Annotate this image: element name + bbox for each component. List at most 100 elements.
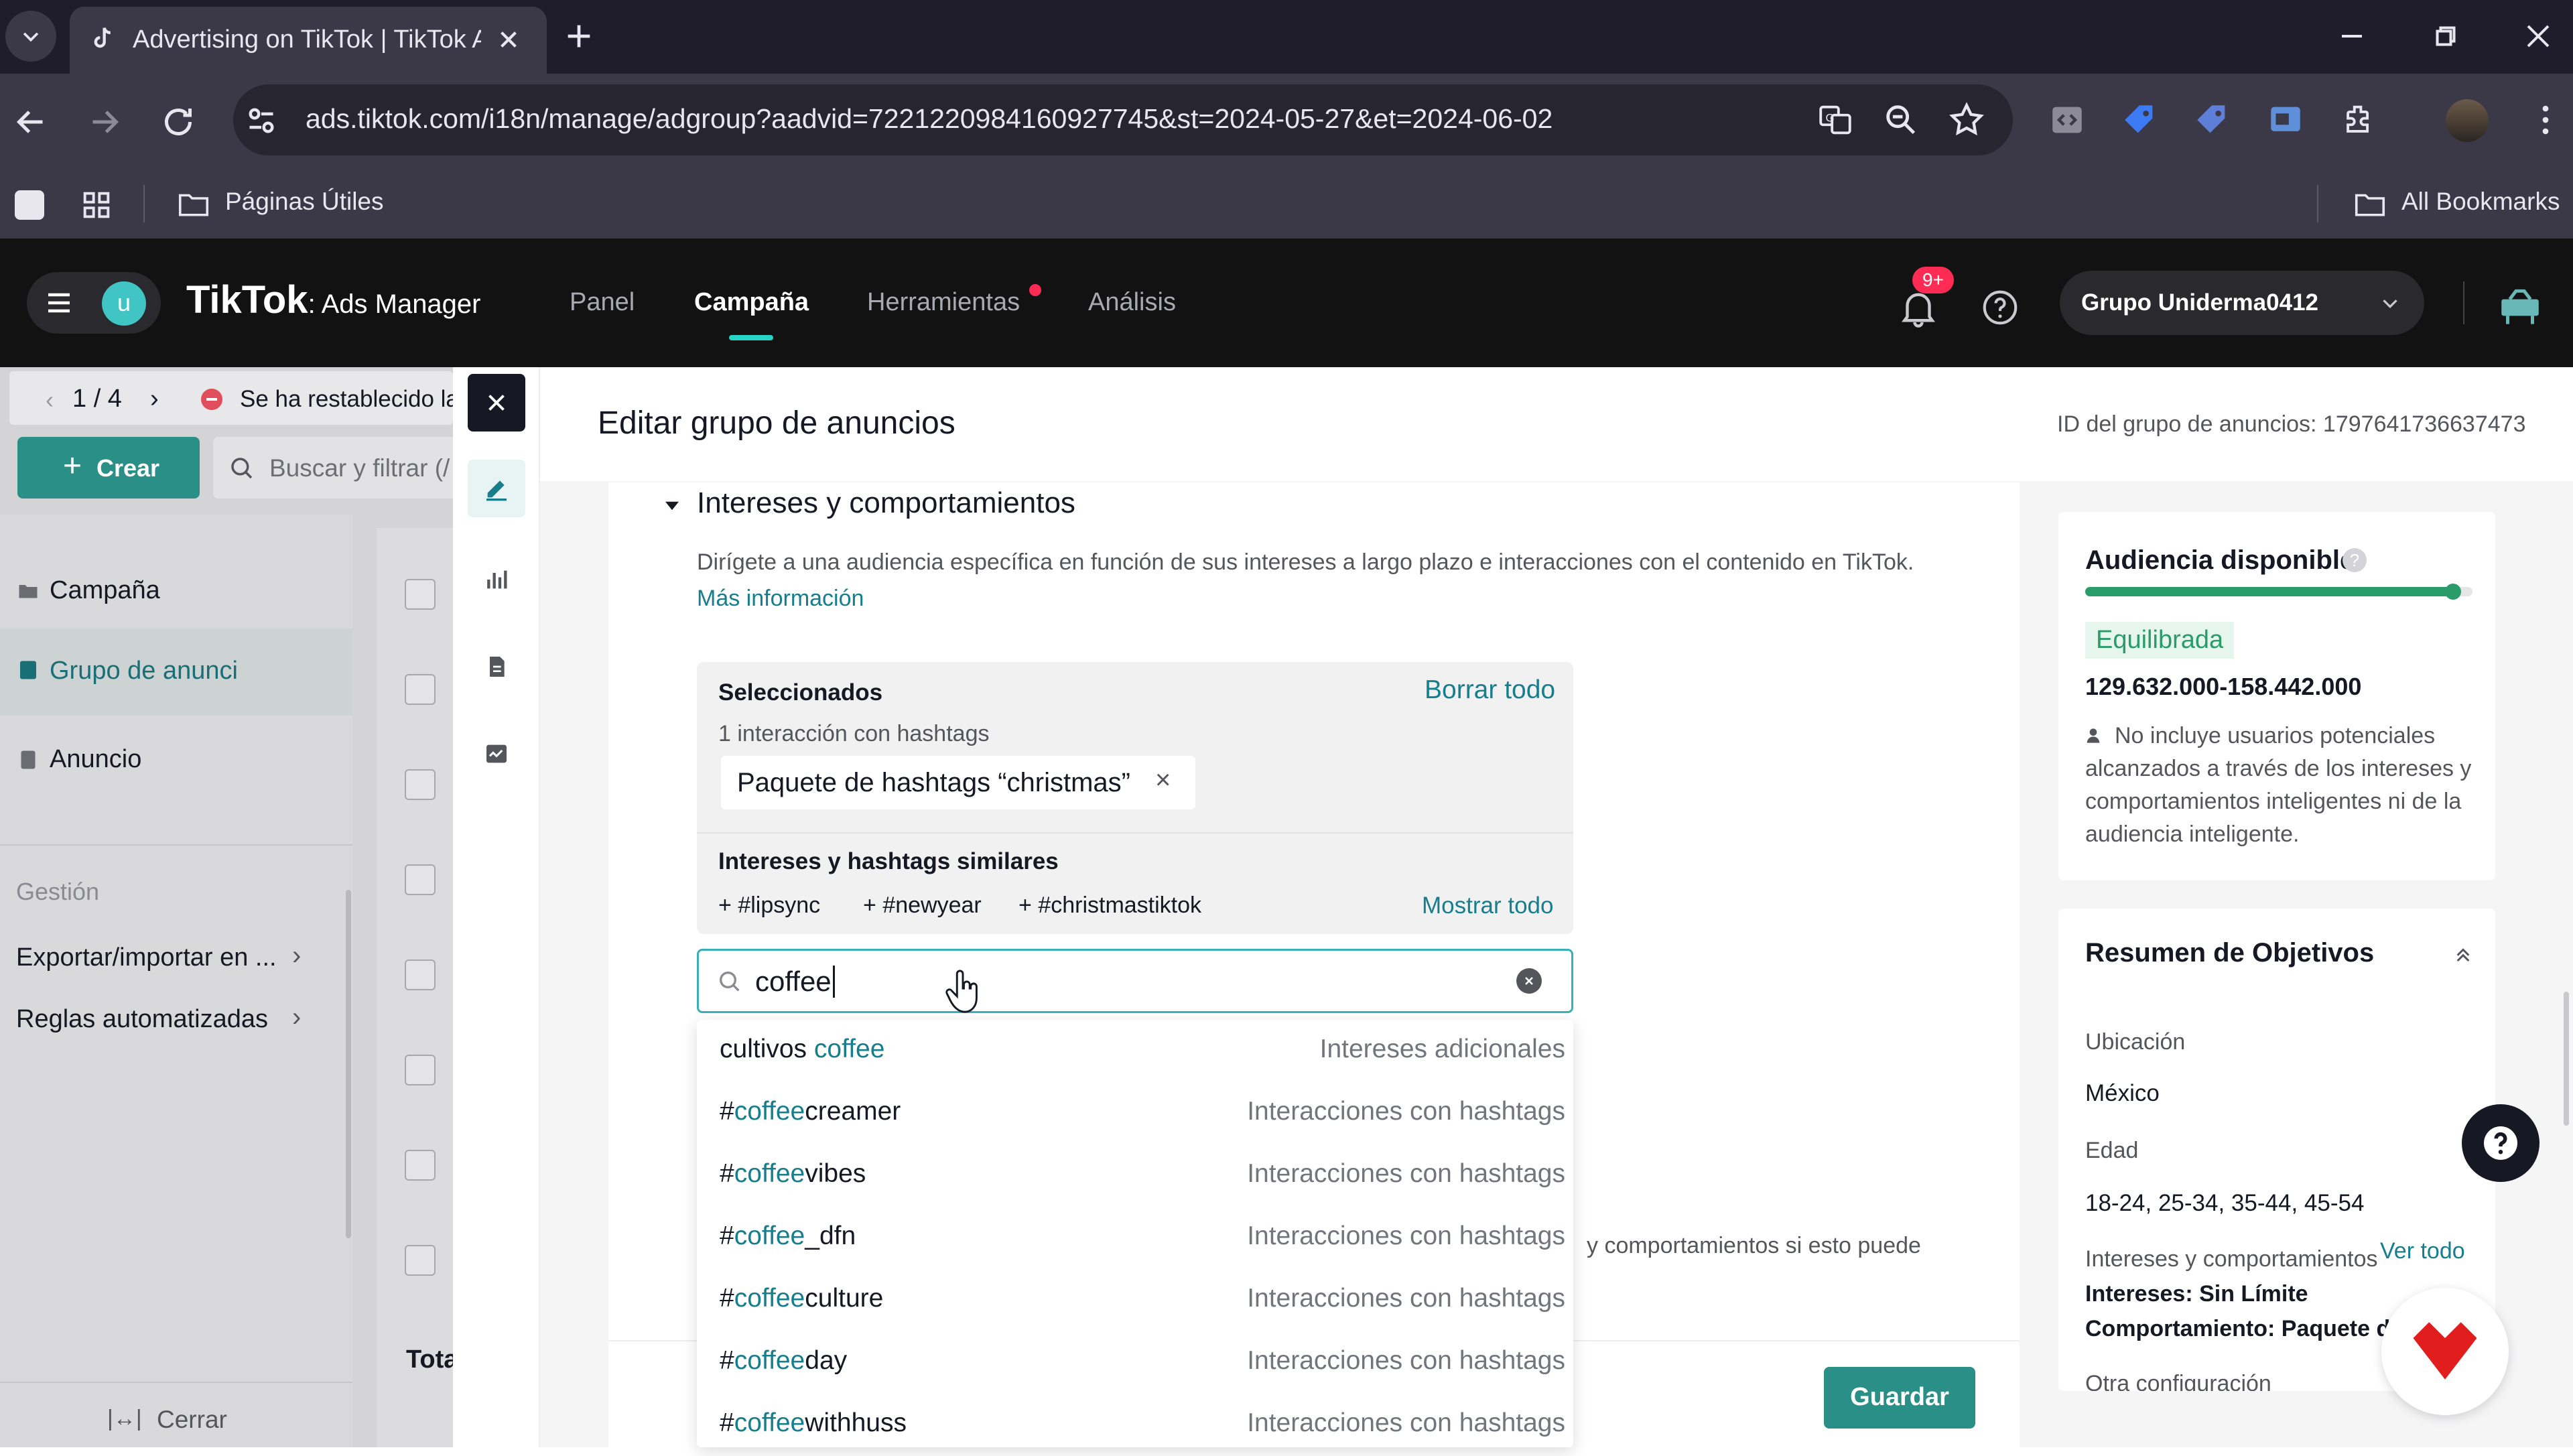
all-bookmarks-folder-icon: [2352, 186, 2388, 222]
section-title[interactable]: Intereses y comportamientos: [697, 486, 1075, 520]
similar-tag-label: #lipsync: [738, 892, 821, 918]
dropdown-option[interactable]: cultivos coffee Intereses adicionales: [697, 1020, 1572, 1082]
new-tab-icon[interactable]: [560, 17, 598, 55]
profile-avatar[interactable]: [2446, 99, 2489, 142]
sidebar-toggle-icon[interactable]: [15, 190, 44, 220]
selected-tag-chip: Paquete de hashtags “christmas” ×: [721, 756, 1195, 809]
sidebar-link-export[interactable]: Exportar/importar en ... ›: [0, 933, 352, 986]
nav-herramientas[interactable]: Herramientas: [867, 288, 1020, 317]
clear-all-link[interactable]: Borrar todo: [1425, 675, 1555, 705]
extensions-puzzle-icon[interactable]: [2340, 101, 2379, 139]
restore-icon[interactable]: [2426, 16, 2466, 56]
dropdown-option[interactable]: #coffee_dfn Interacciones con hashtags: [697, 1207, 1572, 1269]
search-filter-input[interactable]: Buscar y filtrar (/: [213, 437, 453, 499]
bar-chart-icon[interactable]: [468, 551, 525, 608]
audience-meter: [2085, 584, 2472, 600]
table-checkbox[interactable]: [405, 579, 436, 610]
user-avatar[interactable]: u: [102, 281, 146, 326]
sidebar-scrollbar[interactable]: [346, 890, 351, 1238]
activity-chart-icon[interactable]: [468, 725, 525, 783]
nav-analisis[interactable]: Análisis: [1088, 288, 1176, 317]
floating-help-button[interactable]: [2462, 1104, 2539, 1182]
workbench-icon[interactable]: [2495, 283, 2545, 332]
tab-list-dropdown-icon[interactable]: [5, 11, 56, 62]
extension-tag-icon[interactable]: [2120, 101, 2159, 139]
floating-chat-widget-icon[interactable]: [2381, 1288, 2509, 1415]
extension-code-icon[interactable]: [2048, 101, 2087, 139]
table-checkbox[interactable]: [405, 959, 436, 990]
close-drawer-button[interactable]: [468, 374, 525, 432]
sidebar-link-label: Exportar/importar en ...: [16, 943, 277, 972]
section-collapse-caret-icon[interactable]: [662, 496, 682, 516]
tab-close-icon[interactable]: [492, 23, 525, 56]
pager-prev-icon[interactable]: ‹: [46, 386, 54, 414]
bookmark-folder-paginas-utiles[interactable]: Páginas Útiles: [225, 188, 384, 216]
search-placeholder: Buscar y filtrar (/: [269, 454, 450, 482]
option-type: Interacciones con hashtags: [1247, 1284, 1565, 1313]
minimize-icon[interactable]: [2332, 16, 2372, 56]
sidebar-item-adgroup[interactable]: Grupo de anunci: [0, 628, 352, 716]
document-icon[interactable]: [468, 638, 525, 696]
chip-remove-icon[interactable]: ×: [1155, 765, 1171, 795]
table-checkbox[interactable]: [405, 1150, 436, 1181]
similar-tag-newyear[interactable]: + #newyear: [863, 892, 982, 919]
table-checkbox[interactable]: [405, 864, 436, 895]
clear-search-icon[interactable]: [1516, 968, 1542, 994]
right-scrollbar[interactable]: [2564, 992, 2569, 1126]
window-close-icon[interactable]: [2518, 16, 2558, 56]
summary-title: Resumen de Objetivos: [2085, 938, 2375, 968]
extension-window-icon[interactable]: [2266, 101, 2305, 139]
similar-tag-label: #newyear: [882, 892, 982, 918]
audience-info-icon[interactable]: ?: [2343, 548, 2367, 572]
all-bookmarks[interactable]: All Bookmarks: [2401, 188, 2560, 216]
dropdown-option[interactable]: #coffeeday Interacciones con hashtags: [697, 1331, 1572, 1394]
extension-tag2-icon[interactable]: [2192, 101, 2231, 139]
translate-icon[interactable]: G: [1816, 101, 1855, 139]
url-text[interactable]: ads.tiktok.com/i18n/manage/adgroup?aadvi…: [306, 103, 1553, 135]
option-type: Interacciones con hashtags: [1247, 1159, 1565, 1188]
nav-panel[interactable]: Panel: [570, 288, 635, 317]
view-all-link[interactable]: Ver todo: [2380, 1238, 2465, 1264]
sidebar-item-ad[interactable]: Anuncio: [0, 720, 352, 800]
audience-meter-knob: [2445, 584, 2462, 600]
zoom-icon[interactable]: [1882, 101, 1920, 139]
collapse-sidebar-button[interactable]: |↔| Cerrar: [107, 1398, 268, 1441]
other-config-label: Otra configuración: [2085, 1371, 2271, 1391]
similar-tag-lipsync[interactable]: + #lipsync: [718, 892, 820, 919]
apps-grid-icon[interactable]: [79, 188, 114, 222]
browser-tab[interactable]: Advertising on TikTok | TikTok A: [70, 7, 547, 74]
tiktok-logo[interactable]: TikTok: Ads Manager: [186, 277, 481, 322]
help-circle-icon[interactable]: [1979, 287, 2021, 328]
back-icon[interactable]: [11, 102, 51, 142]
create-button[interactable]: + Crear: [17, 437, 200, 499]
sidebar-link-rules[interactable]: Reglas automatizadas ›: [0, 994, 352, 1048]
table-checkbox[interactable]: [405, 1245, 436, 1276]
forward-icon[interactable]: [84, 102, 125, 142]
account-selector[interactable]: Grupo Uniderma0412: [2060, 271, 2424, 335]
browser-menu-icon[interactable]: [2526, 101, 2565, 139]
nav-campana[interactable]: Campaña: [694, 288, 809, 317]
table-checkbox[interactable]: [405, 769, 436, 800]
hamburger-menu-icon[interactable]: u: [27, 272, 161, 334]
bookmark-star-icon[interactable]: [1947, 101, 1986, 139]
more-info-link[interactable]: Más información: [697, 586, 864, 612]
similar-tag-christmastiktok[interactable]: + #christmastiktok: [1018, 892, 1201, 919]
dropdown-option[interactable]: #coffeecreamer Interacciones con hashtags: [697, 1082, 1572, 1144]
pager-next-icon[interactable]: ›: [150, 385, 159, 413]
sidebar-item-label: Grupo de anunci: [50, 657, 238, 685]
show-all-link[interactable]: Mostrar todo: [1422, 892, 1553, 919]
chevron-down-icon: [2383, 300, 2397, 308]
edit-pencil-icon[interactable]: [468, 460, 525, 517]
site-settings-icon[interactable]: [241, 101, 281, 141]
dropdown-option[interactable]: #coffeeculture Interacciones con hashtags: [697, 1269, 1572, 1331]
dropdown-option[interactable]: #coffeevibes Interacciones con hashtags: [697, 1144, 1572, 1207]
table-checkbox[interactable]: [405, 674, 436, 705]
save-button[interactable]: Guardar: [1824, 1367, 1975, 1429]
reload-icon[interactable]: [158, 102, 198, 142]
table-checkbox[interactable]: [405, 1055, 436, 1085]
dropdown-option[interactable]: #coffeewithhuss Interacciones con hashtag…: [697, 1394, 1572, 1456]
sidebar-item-campaign[interactable]: Campaña: [0, 555, 352, 628]
address-bar[interactable]: ads.tiktok.com/i18n/manage/adgroup?aadvi…: [233, 84, 2013, 155]
summary-collapse-icon[interactable]: [2450, 941, 2477, 968]
interest-search-input[interactable]: coffee: [697, 949, 1573, 1013]
